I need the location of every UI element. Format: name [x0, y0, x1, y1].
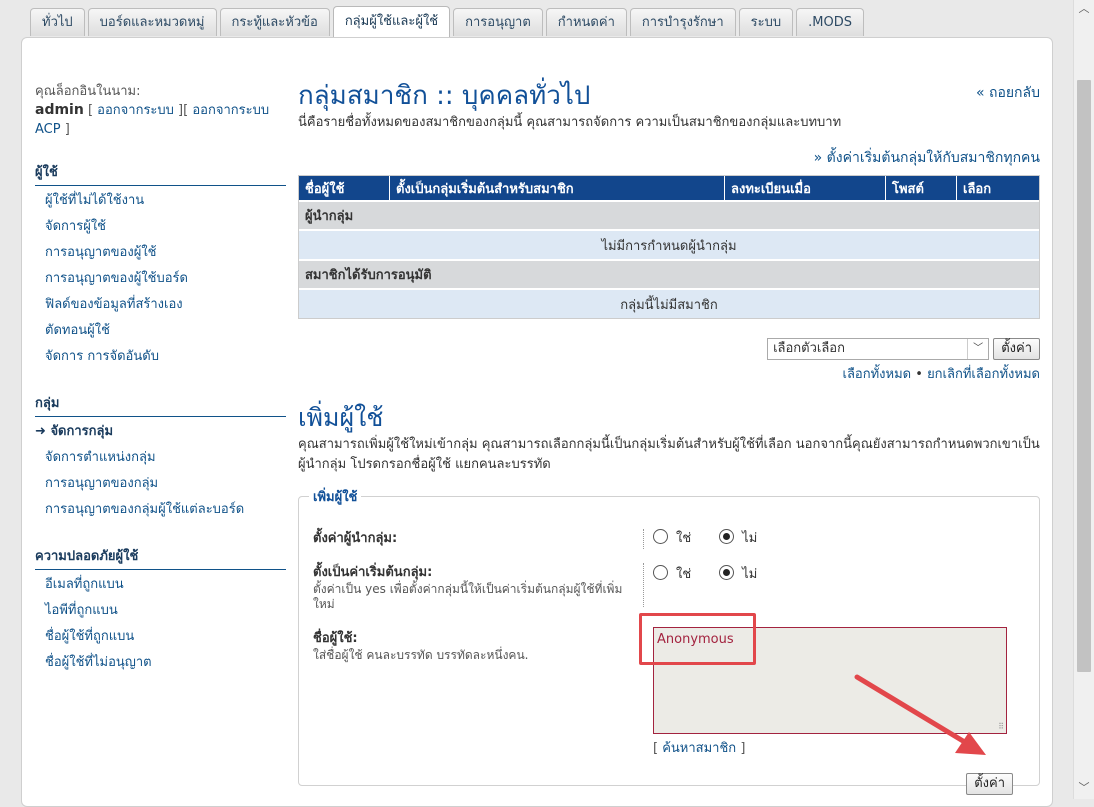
col-joined: ลงทะเบียนเมื่อ	[724, 176, 885, 200]
tab-users-groups[interactable]: กลุ่มผู้ใช้และผู้ใช้	[332, 6, 451, 38]
col-username: ชื่อผู้ใช้	[299, 176, 389, 200]
no-leaders-row: ไม่มีการกำหนดผู้นำกลุ่ม	[299, 229, 1039, 259]
sidebar-item-group-positions[interactable]: จัดการตำแหน่งกลุ่ม	[35, 445, 286, 471]
sidebar-item-label: จัดการกลุ่ม	[50, 424, 114, 439]
sidebar-item-banned-usernames[interactable]: ชื่อผู้ใช้ที่ถูกแบน	[35, 624, 286, 650]
group-leaders-row: ผู้นำกลุ่ม	[299, 200, 1039, 229]
sidebar-item-manage-ranks[interactable]: จัดการ การจัดอันดับ	[35, 344, 286, 370]
mark-all-link[interactable]: เลือกทั้งหมด	[843, 367, 912, 382]
sidebar-item-disallowed-usernames[interactable]: ชื่อผู้ใช้ที่ไม่อนุญาต	[35, 650, 286, 676]
add-users-heading: เพิ่มผู้ใช้	[298, 403, 384, 432]
col-posts: โพสต์	[885, 176, 956, 200]
sidebar-item-user-forum-permissions[interactable]: การอนุญาตของผู้ใช้บอร์ด	[35, 266, 286, 292]
tab-system[interactable]: ระบบ	[738, 8, 794, 36]
members-table: ชื่อผู้ใช้ ตั้งเป็นกลุ่มเริ่มต้นสำหรับสม…	[298, 175, 1040, 319]
sidebar-item-custom-profile-fields[interactable]: ฟิลด์ของข้อมูลที่สร้างเอง	[35, 292, 286, 318]
no-label: ไม่	[742, 567, 758, 582]
username: admin	[35, 102, 84, 118]
default-yes-radio[interactable]	[653, 565, 668, 580]
default-help: ตั้งค่าเป็น yes เพื่อตั้งค่ากลุ่มนี้ให้เ…	[313, 582, 623, 611]
leader-no-radio[interactable]	[719, 529, 735, 544]
back-link[interactable]: « ถอยกลับ	[976, 82, 1040, 104]
scroll-thumb[interactable]	[1077, 80, 1091, 672]
tab-mods[interactable]: .MODS	[796, 8, 864, 36]
col-mark: เลือก	[956, 176, 1039, 200]
page-description: นี่คือรายชื่อทั้งหมดของสมาชิกของกลุ่มนี้…	[298, 115, 842, 130]
scroll-up-icon[interactable]: ︿	[1074, 0, 1094, 18]
admin-tabs: ทั่วไป บอร์ดและหมวดหมู่ กระทู้และหัวข้อ …	[30, 6, 864, 38]
sidebar-item-inactive-users[interactable]: ผู้ใช้ที่ไม่ได้ใช้งาน	[35, 188, 286, 214]
menu-heading-groups: กลุ่ม	[35, 392, 286, 417]
current-arrow-icon: ➜	[35, 424, 46, 439]
tab-permissions[interactable]: การอนุญาต	[453, 8, 543, 36]
tab-posting[interactable]: กระทู้และหัวข้อ	[219, 8, 330, 36]
action-select[interactable]: เลือกตัวเลือก ﹀	[767, 338, 990, 360]
action-submit-button[interactable]: ตั้งค่า	[993, 338, 1040, 360]
unmark-all-link[interactable]: ยกเลิกที่เลือกทั้งหมด	[927, 367, 1040, 382]
find-member-link[interactable]: ค้นหาสมาชิก	[662, 741, 736, 756]
menu-heading-users: ผู้ใช้	[35, 161, 286, 186]
yes-label: ใช่	[676, 567, 692, 582]
divider	[643, 563, 644, 607]
sidebar-item-manage-groups[interactable]: ➜ จัดการกลุ่ม	[35, 419, 286, 445]
sidebar-item-banned-emails[interactable]: อีเมลที่ถูกแบน	[35, 572, 286, 598]
find-member: [ ค้นหาสมาชิก ]	[653, 737, 745, 758]
add-users-submit-button[interactable]: ตั้งค่า	[966, 773, 1013, 795]
default-no-radio[interactable]	[719, 565, 735, 580]
action-select-value: เลือกตัวเลือก	[773, 341, 845, 356]
separator: •	[915, 367, 923, 382]
add-users-description: คุณสามารถเพิ่มผู้ใช้ใหม่เข้ากลุ่ม คุณสาม…	[298, 437, 1040, 472]
tab-forums[interactable]: บอร์ดและหมวดหมู่	[87, 8, 217, 36]
logged-in-label: คุณล็อกอินในนาม:	[35, 84, 141, 99]
col-default-group: ตั้งเป็นกลุ่มเริ่มต้นสำหรับสมาชิก	[389, 176, 724, 200]
tab-customise[interactable]: กำหนดค่า	[545, 8, 627, 36]
sidebar-item-manage-users[interactable]: จัดการผู้ใช้	[35, 214, 286, 240]
content: กลุ่มสมาชิก :: บุคคลทั่วไป « ถอยกลับ นี่…	[298, 78, 1040, 795]
sidebar-item-banned-ips[interactable]: ไอพีที่ถูกแบน	[35, 598, 286, 624]
resize-grip-icon[interactable]: ⠿	[998, 722, 1004, 731]
no-members-row: กลุ่มนี้ไม่มีสมาชิก	[299, 288, 1039, 318]
annotation-highlight-box	[639, 613, 756, 665]
add-users-legend: เพิ่มผู้ใช้	[313, 490, 358, 505]
sidebar-item-group-permissions[interactable]: การอนุญาตของกลุ่ม	[35, 471, 286, 497]
page-scrollbar[interactable]: ︿ ﹀	[1073, 0, 1094, 799]
leader-yes-radio[interactable]	[653, 529, 668, 544]
divider	[643, 529, 644, 549]
approved-members-row: สมาชิกได้รับการอนุมัติ	[299, 259, 1039, 288]
sidebar-item-prune-users[interactable]: ตัดทอนผู้ใช้	[35, 318, 286, 344]
page-title: กลุ่มสมาชิก :: บุคคลทั่วไป	[298, 81, 591, 111]
leader-radio-group: ใช่ ไม่	[653, 527, 785, 548]
menu-heading-security: ความปลอดภัยผู้ใช้	[35, 545, 286, 570]
sidebar: คุณล็อกอินในนาม: admin [ ออกจากระบบ ][ อ…	[35, 82, 286, 676]
bracket-close: ]	[740, 741, 746, 756]
default-radio-group: ใช่ ไม่	[653, 563, 785, 584]
logout-link[interactable]: ออกจากระบบ	[97, 103, 174, 118]
add-users-fieldset: เพิ่มผู้ใช้ ตั้งค่าผู้นำกลุ่ม: ใช่ ไม่ ตั…	[298, 486, 1040, 795]
bracket-open: [	[653, 741, 659, 756]
sidebar-item-group-forum-permissions[interactable]: การอนุญาตของกลุ่มผู้ใช้แต่ละบอร์ด	[35, 497, 286, 523]
tab-general[interactable]: ทั่วไป	[30, 8, 85, 36]
yes-label: ใช่	[676, 531, 692, 546]
tab-maintenance[interactable]: การบำรุงรักษา	[629, 8, 736, 36]
login-info: คุณล็อกอินในนาม: admin [ ออกจากระบบ ][ อ…	[35, 84, 270, 137]
no-label: ไม่	[742, 531, 758, 546]
sidebar-item-user-permissions[interactable]: การอนุญาตของผู้ใช้	[35, 240, 286, 266]
chevron-down-icon: ﹀	[967, 339, 988, 359]
set-default-all-link[interactable]: » ตั้งค่าเริ่มต้นกลุ่มให้กับสมาชิกทุกคน	[814, 150, 1040, 166]
scroll-down-icon[interactable]: ﹀	[1074, 779, 1094, 797]
